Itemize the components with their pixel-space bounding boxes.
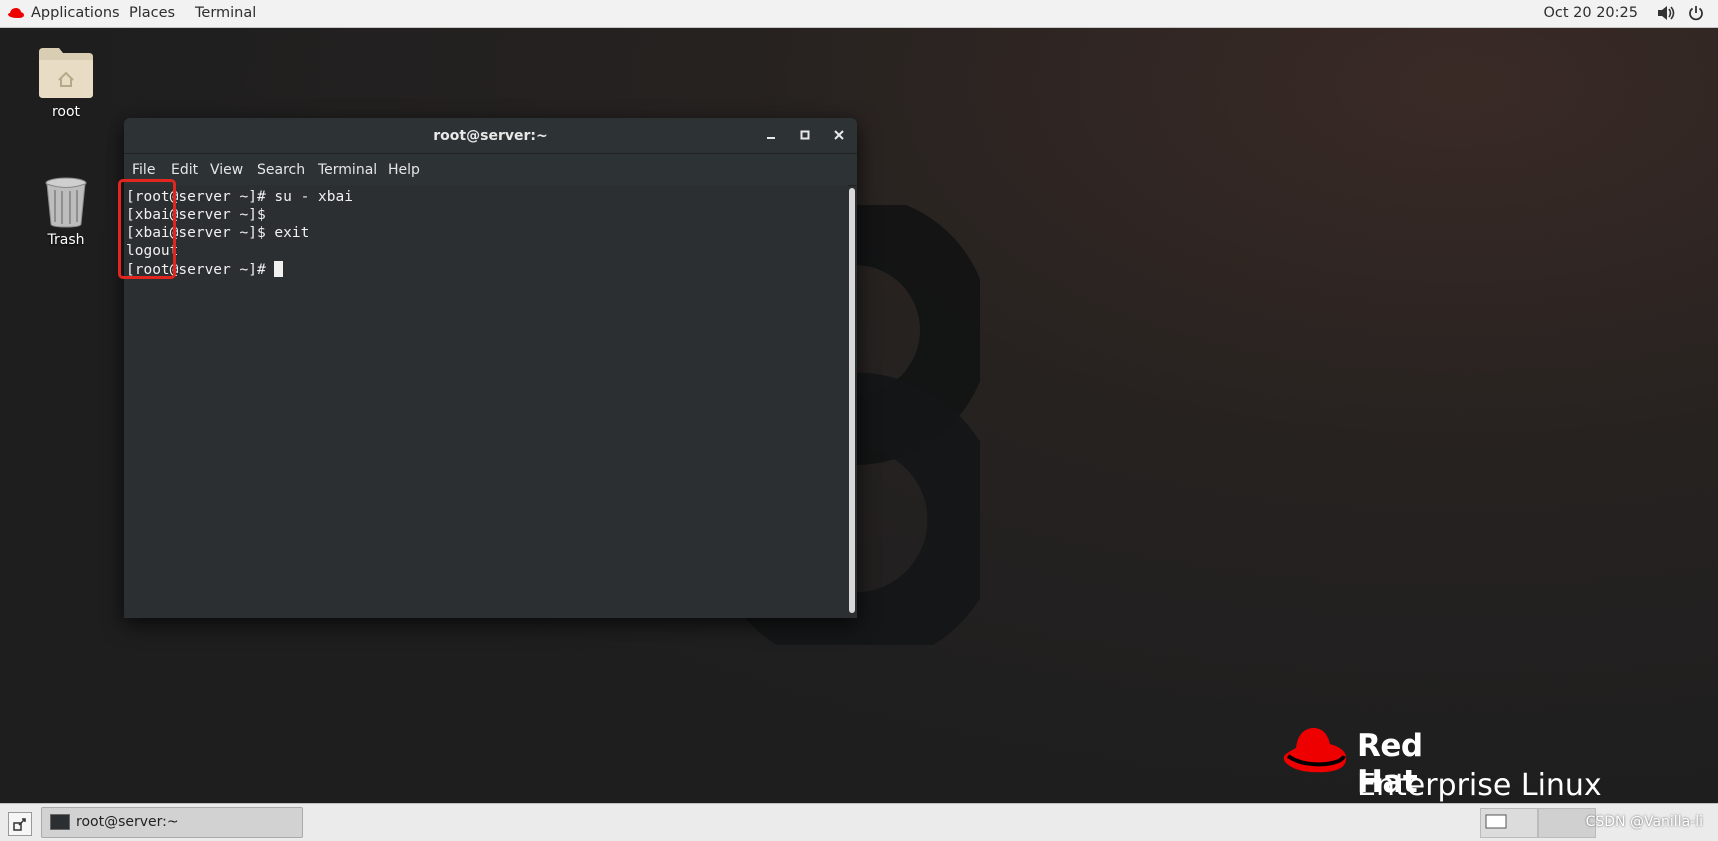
terminal-output[interactable]: [root@server ~]# su - xbai [xbai@server … (124, 185, 848, 618)
text-cursor (274, 261, 284, 277)
menu-search[interactable]: Search (257, 162, 305, 178)
brand-line2: Enterprise Linux (1357, 768, 1602, 803)
terminal-menubar: File Edit View Search Terminal Help (124, 154, 857, 186)
terminal-window[interactable]: root@server:~ File Edit View Search Term… (124, 118, 857, 618)
maximize-button[interactable] (795, 126, 815, 146)
show-desktop-icon (13, 818, 26, 831)
minimize-icon (767, 137, 775, 139)
redhat-hat-icon (1283, 727, 1347, 773)
redhat-logo: Red Hat Enterprise Linux (1282, 724, 1602, 803)
desktop-icon-root[interactable]: root (21, 44, 111, 120)
close-button[interactable] (829, 126, 849, 146)
menu-file[interactable]: File (132, 162, 155, 178)
top-panel: Applications Places Terminal Oct 20 20:2… (0, 0, 1718, 28)
watermark-text: CSDN @Vanilla-li (1585, 814, 1703, 830)
window-titlebar[interactable]: root@server:~ (124, 118, 857, 154)
desktop-icon-trash[interactable]: Trash (21, 176, 111, 248)
clock[interactable]: Oct 20 20:25 (1543, 5, 1638, 21)
scrollbar[interactable] (849, 188, 855, 613)
menu-terminal[interactable]: Terminal (318, 162, 377, 178)
workspace-1[interactable] (1480, 808, 1538, 838)
desktop-icon-label: Trash (47, 232, 85, 248)
menu-edit[interactable]: Edit (171, 162, 198, 178)
annotation-highlight-box (118, 179, 176, 279)
volume-icon[interactable] (1657, 5, 1675, 25)
power-icon[interactable] (1688, 5, 1704, 25)
places-menu[interactable]: Places (129, 5, 175, 21)
workspace-window-icon (1485, 814, 1507, 829)
close-icon (834, 130, 844, 140)
trash-icon (45, 177, 87, 228)
redhat-icon[interactable] (7, 6, 25, 24)
taskbar-window-button[interactable]: root@server:~ (41, 807, 303, 838)
taskbar-window-label: root@server:~ (76, 814, 179, 830)
window-title: root@server:~ (433, 128, 548, 144)
show-desktop-button[interactable] (8, 812, 32, 836)
bottom-taskbar: root@server:~ CSDN @Vanilla-li (0, 803, 1718, 841)
home-folder-icon (39, 48, 93, 98)
terminal-icon (50, 814, 70, 830)
menu-help[interactable]: Help (388, 162, 420, 178)
terminal-app-menu[interactable]: Terminal (195, 5, 256, 21)
desktop-icon-label: root (51, 104, 81, 120)
maximize-icon (800, 130, 810, 140)
menu-view[interactable]: View (210, 162, 243, 178)
applications-menu[interactable]: Applications (31, 5, 120, 21)
minimize-button[interactable] (761, 126, 781, 146)
